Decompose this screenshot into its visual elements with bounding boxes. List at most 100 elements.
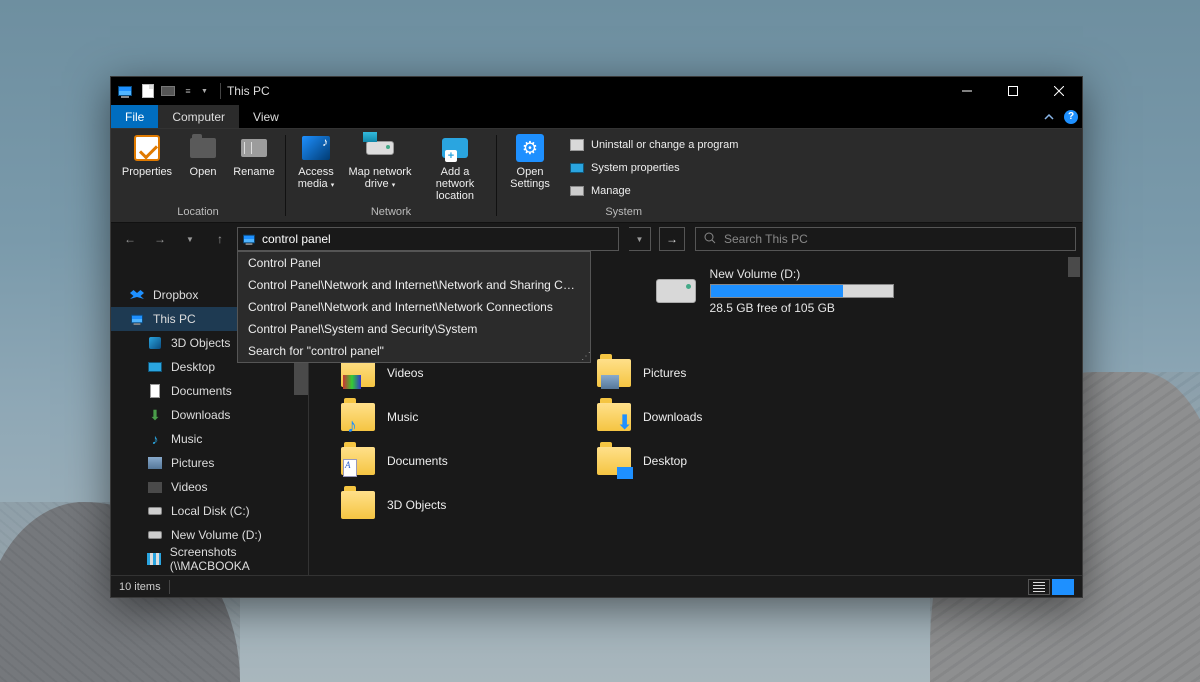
folder-pictures[interactable]: Pictures (597, 353, 843, 393)
nav-forward-button[interactable]: → (147, 227, 173, 251)
collapse-ribbon-button[interactable] (1038, 105, 1060, 128)
drive-icon (147, 503, 163, 519)
rename-button[interactable]: Rename (231, 133, 277, 178)
folder-music[interactable]: ♪ Music (341, 397, 587, 437)
address-suggestions: Control Panel Control Panel\Network and … (237, 251, 591, 363)
qat-equals-icon[interactable]: ≡ (179, 82, 197, 100)
sidebar-item-label: Music (171, 432, 202, 446)
view-tab[interactable]: View (239, 105, 293, 128)
system-properties-button[interactable]: System properties (565, 158, 742, 178)
qat-dropdown-icon[interactable]: ▼ (201, 88, 208, 95)
drive-d-name: New Volume (D:) (710, 267, 894, 281)
computer-tab[interactable]: Computer (158, 105, 239, 128)
folder-icon (597, 359, 631, 387)
app-icon (117, 83, 133, 99)
sidebar-item-label: Desktop (171, 360, 215, 374)
content-scrollbar[interactable] (1066, 255, 1082, 575)
search-placeholder: Search This PC (724, 232, 808, 246)
titlebar[interactable]: ≡ ▼ This PC (111, 77, 1082, 105)
sidebar-item-screenshots-macbooka[interactable]: Screenshots (\\MACBOOKA (111, 547, 308, 571)
address-search-row: ← → ▼ ↑ Control Panel Control Panel\Netw… (111, 223, 1082, 255)
folder-icon (597, 447, 631, 475)
nav-recent-dropdown[interactable]: ▼ (177, 227, 203, 251)
net-icon (147, 551, 162, 567)
sidebar-item-local-disk-c-[interactable]: Local Disk (C:) (111, 499, 308, 523)
drive-icon (147, 527, 163, 543)
status-bar: 10 items (111, 575, 1082, 597)
file-tab[interactable]: File (111, 105, 158, 128)
open-settings-button[interactable]: ⚙ Open Settings (505, 133, 555, 190)
minimize-button[interactable] (944, 77, 990, 105)
vid-icon (147, 479, 163, 495)
quick-access-toolbar: ≡ ▼ (139, 82, 214, 100)
folder-desktop[interactable]: Desktop (597, 441, 843, 481)
open-button[interactable]: Open (185, 133, 221, 178)
manage-button[interactable]: Manage (565, 181, 742, 201)
folder-label: Downloads (643, 410, 702, 424)
sidebar-item-new-volume-d-[interactable]: New Volume (D:) (111, 523, 308, 547)
ribbon: Properties Open Rename Location Access m… (111, 129, 1082, 223)
sidebar-item-videos[interactable]: Videos (111, 475, 308, 499)
nav-up-button[interactable]: ↑ (207, 227, 233, 251)
qat-properties-icon[interactable] (159, 82, 177, 100)
address-go-button[interactable]: → (659, 227, 685, 251)
sidebar-item-documents[interactable]: Documents (111, 379, 308, 403)
close-button[interactable] (1036, 77, 1082, 105)
folder-label: Music (387, 410, 418, 424)
sidebar-item-label: Videos (171, 480, 207, 494)
pic-icon (147, 455, 163, 471)
maximize-button[interactable] (990, 77, 1036, 105)
folder-icon (341, 447, 375, 475)
add-network-location-button[interactable]: Add a network location (422, 133, 488, 202)
nav-back-button[interactable]: ← (117, 227, 143, 251)
group-label-network: Network (371, 204, 411, 222)
address-input[interactable] (262, 232, 614, 246)
folder-3d-objects[interactable]: 3D Objects (341, 485, 587, 525)
window-title: This PC (227, 84, 270, 98)
folder-icon: ♪ (341, 403, 375, 431)
folder-documents[interactable]: Documents (341, 441, 587, 481)
music-icon: ♪ (147, 431, 163, 447)
folder-label: Documents (387, 454, 448, 468)
sidebar-item-downloads[interactable]: ⬇Downloads (111, 403, 308, 427)
drive-d-usage-bar (710, 284, 894, 298)
view-details-button[interactable] (1028, 579, 1050, 595)
sidebar-item-pictures[interactable]: Pictures (111, 451, 308, 475)
group-label-system: System (605, 204, 642, 222)
search-box[interactable]: Search This PC (695, 227, 1076, 251)
sidebar-item-label: This PC (153, 312, 196, 326)
address-bar[interactable] (237, 227, 619, 251)
ribbon-group-network: Access media ▾ Map network drive ▾ Add a… (286, 129, 496, 222)
help-button[interactable]: ? (1060, 105, 1082, 128)
drive-d-item[interactable]: New Volume (D:) 28.5 GB free of 105 GB (656, 267, 894, 315)
qat-new-document-icon[interactable] (139, 82, 157, 100)
properties-button[interactable]: Properties (119, 133, 175, 178)
ribbon-group-location: Properties Open Rename Location (111, 129, 285, 222)
suggestion-item[interactable]: Control Panel\Network and Internet\Netwo… (238, 274, 590, 296)
sidebar-item-music[interactable]: ♪ Music (111, 427, 308, 451)
drive-icon (656, 279, 696, 303)
address-location-icon (243, 235, 255, 244)
view-tiles-button[interactable] (1052, 579, 1074, 595)
sidebar-item-label: New Volume (D:) (171, 528, 262, 542)
address-history-dropdown[interactable]: ▼ (629, 227, 651, 251)
map-network-drive-button[interactable]: Map network drive ▾ (348, 133, 412, 192)
sidebar-item-label: Documents (171, 384, 232, 398)
ribbon-group-system: ⚙ Open Settings Uninstall or change a pr… (497, 129, 750, 222)
group-label-location: Location (177, 204, 219, 222)
resize-grip-icon[interactable]: ⋰ (581, 351, 588, 362)
folder-label: Desktop (643, 454, 687, 468)
access-media-button[interactable]: Access media ▾ (294, 133, 338, 192)
dropbox-icon (129, 287, 145, 303)
suggestion-item[interactable]: Control Panel\System and Security\System (238, 318, 590, 340)
suggestion-item[interactable]: Control Panel\Network and Internet\Netwo… (238, 296, 590, 318)
uninstall-program-button[interactable]: Uninstall or change a program (565, 135, 742, 155)
folder-label: Pictures (643, 366, 686, 380)
dl-icon: ⬇ (147, 407, 163, 423)
folder-label: 3D Objects (387, 498, 446, 512)
sidebar-item-label: Pictures (171, 456, 214, 470)
folder-downloads[interactable]: ⬇Downloads (597, 397, 843, 437)
suggestion-item[interactable]: Control Panel (238, 252, 590, 274)
suggestion-item[interactable]: Search for "control panel" (238, 340, 590, 362)
sidebar-item-label: 3D Objects (171, 336, 230, 350)
